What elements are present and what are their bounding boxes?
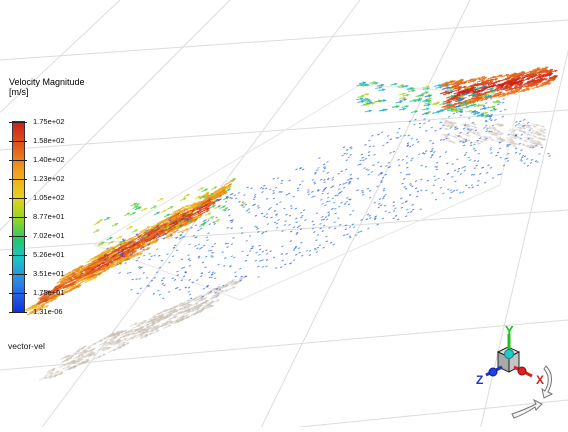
colormap-tick <box>9 122 27 123</box>
colormap-tick-label: 1.58e+02 <box>33 136 65 145</box>
vector-object-label: vector-vel <box>8 341 45 351</box>
colormap-tick <box>9 236 27 237</box>
colormap-tick <box>9 141 27 142</box>
x-axis-label: X <box>536 373 544 387</box>
colormap-tick <box>9 198 27 199</box>
orientation-triad-icon[interactable]: Y X Z <box>468 318 568 427</box>
colormap-tick <box>9 274 27 275</box>
colormap-tick <box>9 160 27 161</box>
colormap-tick <box>9 293 27 294</box>
triad-origin <box>504 349 514 359</box>
colormap-tick <box>9 179 27 180</box>
colormap-tick-label: 5.26e+01 <box>33 250 65 259</box>
colormap-tick-label: 7.02e+01 <box>33 231 65 240</box>
colormap-tick <box>9 217 27 218</box>
triad-svg: Y X Z <box>476 323 554 419</box>
colormap-tick-label: 1.05e+02 <box>33 193 65 202</box>
colormap-tick <box>9 312 27 313</box>
colormap-tick-label: 3.51e+01 <box>33 269 65 278</box>
legend-title: Velocity Magnitude [m/s] <box>9 77 85 97</box>
colormap-tick-label: 8.77e+01 <box>33 212 65 221</box>
rotate-ccw-icon[interactable] <box>511 398 543 419</box>
x-axis-ball <box>517 366 527 376</box>
colormap-tick <box>9 255 27 256</box>
legend-units: [m/s] <box>9 87 29 97</box>
legend-quantity: Velocity Magnitude <box>9 77 85 87</box>
colormap-tick-label: 1.75e+01 <box>33 288 65 297</box>
colormap-tick-label: 1.23e+02 <box>33 174 65 183</box>
z-axis-label: Z <box>476 373 483 387</box>
colormap-tick-label: 1.31e-06 <box>33 307 63 316</box>
colormap-tick-label: 1.75e+02 <box>33 117 65 126</box>
colormap-tick-label: 1.40e+02 <box>33 155 65 164</box>
y-axis-label: Y <box>505 323 514 338</box>
z-axis-ball <box>488 367 498 377</box>
